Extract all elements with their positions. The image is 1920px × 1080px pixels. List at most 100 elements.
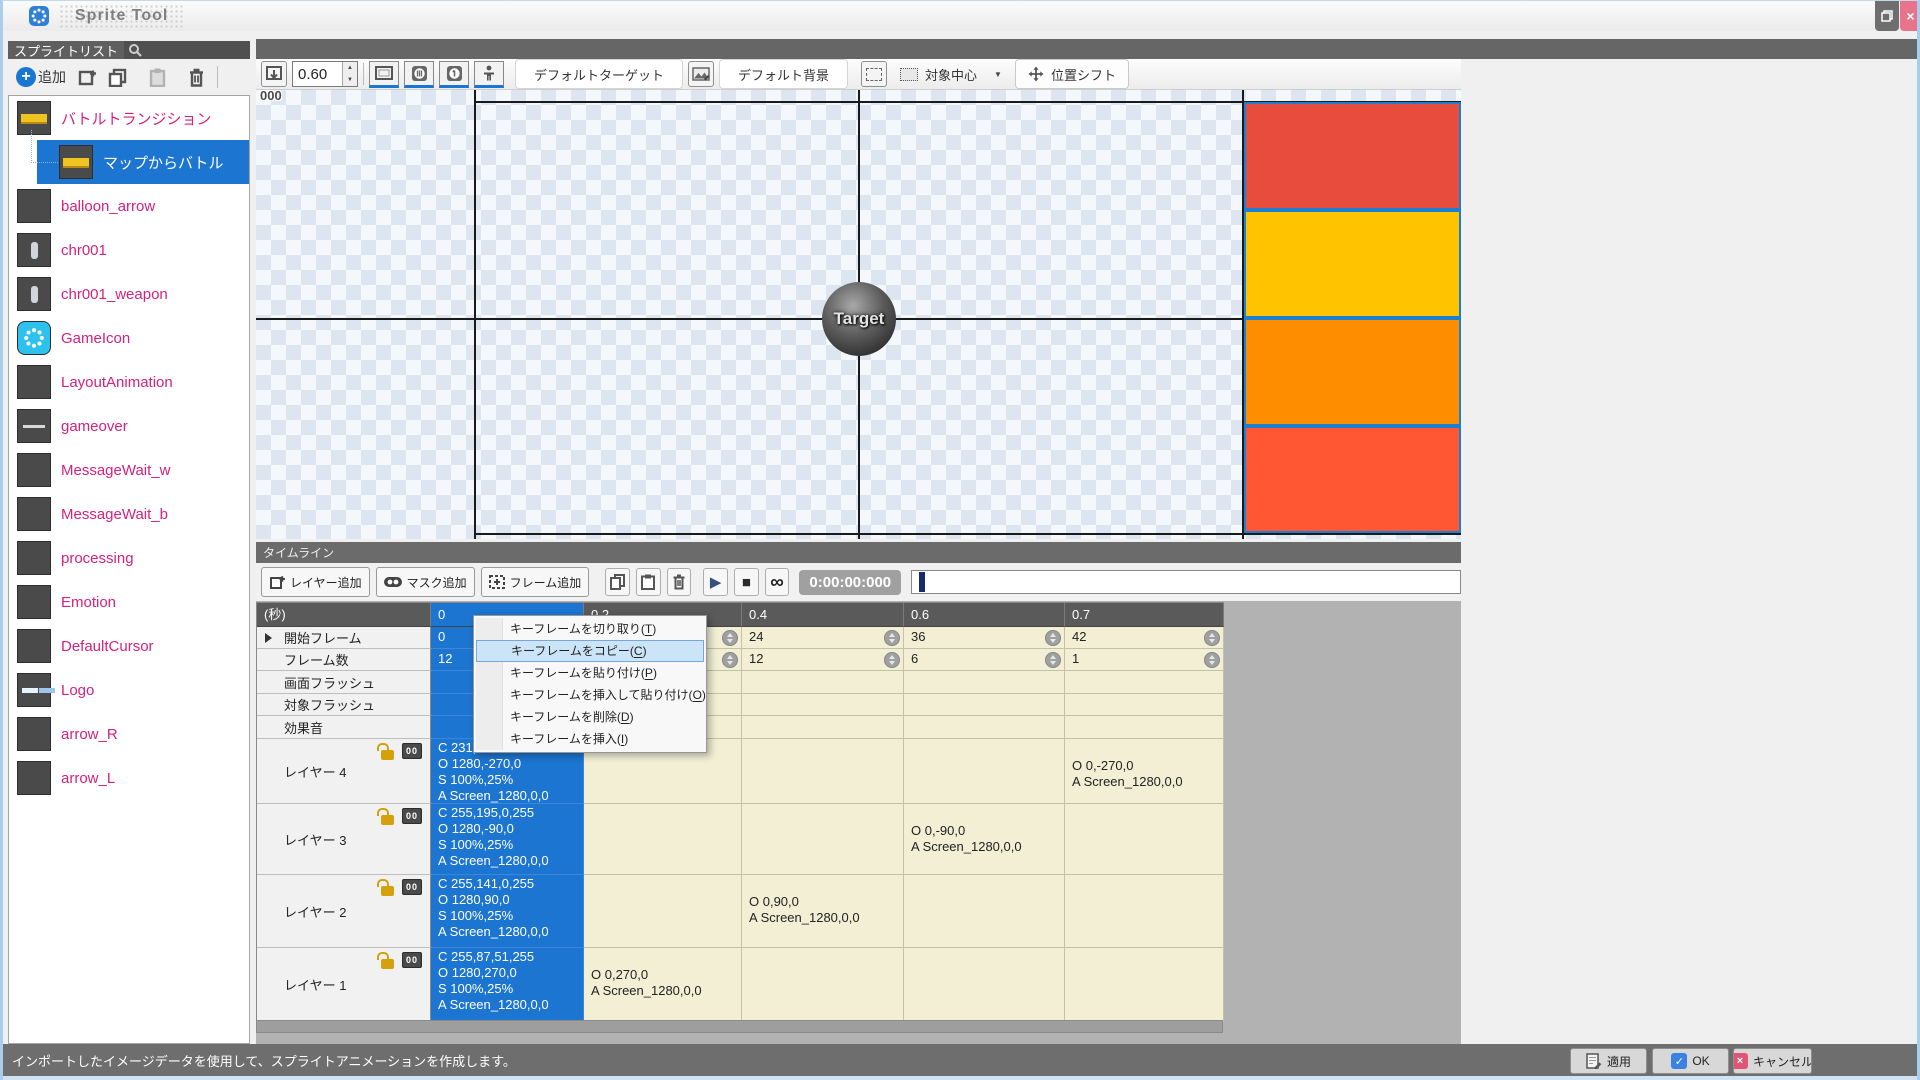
layer3-yellow-sprite[interactable] <box>1244 210 1461 318</box>
default-target-button[interactable]: デフォルトターゲット <box>515 59 683 89</box>
spinner-up-icon[interactable]: ▲ <box>343 62 357 74</box>
sprite-item-chr001-weapon[interactable]: chr001_weapon <box>9 272 249 316</box>
add-layer-button[interactable]: レイヤー追加 <box>261 567 370 597</box>
position-shift-button[interactable]: 位置シフト <box>1015 59 1129 89</box>
layer4-red-sprite[interactable] <box>1244 102 1461 210</box>
playhead-marker[interactable] <box>919 572 925 592</box>
sprite-item-messagewait-w[interactable]: MessageWait_w <box>9 448 249 492</box>
sfx-cell-3[interactable] <box>904 716 1065 739</box>
layer1-keyframe-02[interactable]: O 0,270,0 A Screen_1280,0,0 <box>584 948 742 1021</box>
zoom-value-input[interactable]: 0.60 ▲▼ <box>292 61 358 87</box>
row-label-frame-count[interactable]: フレーム数 <box>257 649 431 671</box>
stop-button[interactable]: ■ <box>734 568 759 596</box>
timeline-scrubber[interactable] <box>911 570 1461 594</box>
time-col-header-04[interactable]: 0.4 <box>742 603 904 627</box>
layer3-keyframe-06[interactable]: O 0,-90,0 A Screen_1280,0,0 <box>904 804 1065 875</box>
show-target-marker-toggle[interactable] <box>404 61 434 88</box>
sprite-item-balloon-arrow[interactable]: balloon_arrow <box>9 184 249 228</box>
target-flash-cell-2[interactable] <box>742 694 904 716</box>
sprite-item-gameover[interactable]: gameover <box>9 404 249 448</box>
spinner-icon[interactable] <box>722 630 738 646</box>
screen-flash-cell-4[interactable] <box>1065 671 1224 694</box>
duplicate-sprite-button[interactable] <box>78 68 96 86</box>
sprite-item-processing[interactable]: processing <box>9 536 249 580</box>
delete-keyframe-button[interactable] <box>667 568 692 596</box>
unlock-icon[interactable] <box>381 886 394 896</box>
search-input[interactable] <box>124 41 250 59</box>
delete-sprite-button[interactable] <box>188 68 205 87</box>
loop-button[interactable]: ∞ <box>765 568 790 596</box>
layer2-cell-4[interactable] <box>1065 875 1224 948</box>
copy-sprite-button[interactable] <box>108 68 127 87</box>
screen-flash-cell-3[interactable] <box>904 671 1065 694</box>
sfx-cell-2[interactable] <box>742 716 904 739</box>
unlock-icon[interactable] <box>381 959 394 969</box>
layer4-cell-2[interactable] <box>742 739 904 804</box>
screen-flash-cell-2[interactable] <box>742 671 904 694</box>
add-frame-button[interactable]: フレーム追加 <box>481 567 590 597</box>
layer3-cell-2[interactable] <box>742 804 904 875</box>
layer3-label-cell[interactable]: レイヤー 3 00 <box>257 804 431 875</box>
sprite-item-logo[interactable]: Logo <box>9 668 249 712</box>
anchor-mode-dropdown[interactable]: 対象中心 ▼ <box>892 60 1010 88</box>
bounds-button[interactable] <box>861 61 887 87</box>
layer4-cell-3[interactable] <box>904 739 1065 804</box>
show-character-toggle[interactable] <box>474 61 504 88</box>
unlock-icon[interactable] <box>381 815 394 825</box>
default-background-button[interactable]: デフォルト背景 <box>719 59 848 89</box>
layer2-label-cell[interactable]: レイヤー 2 00 <box>257 875 431 948</box>
spinner-icon[interactable] <box>1204 652 1220 668</box>
layer3-cell-4[interactable] <box>1065 804 1224 875</box>
sprite-item-defaultcursor[interactable]: DefaultCursor <box>9 624 249 668</box>
layer1-cell-4[interactable] <box>1065 948 1224 1021</box>
spinner-icon[interactable] <box>1045 652 1061 668</box>
sprite-item-layoutanimation[interactable]: LayoutAnimation <box>9 360 249 404</box>
layer1-label-cell[interactable]: レイヤー 1 00 <box>257 948 431 1021</box>
time-col-header-07[interactable]: 0.7 <box>1065 603 1224 627</box>
start-frame-cell-3[interactable]: 36 <box>904 627 1065 649</box>
layer1-keyframe-0[interactable]: C 255,87,51,255 O 1280,270,0 S 100%,25% … <box>431 948 584 1021</box>
paste-keyframe-button[interactable] <box>636 568 661 596</box>
spinner-icon[interactable] <box>722 652 738 668</box>
layer2-orange-sprite[interactable] <box>1244 318 1461 426</box>
sprite-item-map-to-battle-selected[interactable]: マップからバトル <box>9 140 249 184</box>
sprite-item-gameicon[interactable]: GameIcon <box>9 316 249 360</box>
layer2-keyframe-0[interactable]: C 255,141,0,255 O 1280,90,0 S 100%,25% A… <box>431 875 584 948</box>
layer1-cell-3[interactable] <box>904 948 1065 1021</box>
edit-target-image-button[interactable] <box>688 61 714 87</box>
start-frame-cell-4[interactable]: 42 <box>1065 627 1224 649</box>
title-bar[interactable]: Sprite Tool × <box>3 1 1917 31</box>
menu-item-delete-keyframe[interactable]: キーフレームを削除(D) <box>476 706 704 728</box>
play-button[interactable]: ▶ <box>703 568 728 596</box>
apply-button[interactable]: 適用 <box>1570 1048 1647 1074</box>
copy-keyframe-button[interactable] <box>605 568 630 596</box>
spinner-icon[interactable] <box>884 652 900 668</box>
row-label-target-flash[interactable]: 対象フラッシュ <box>257 694 431 716</box>
row-label-sfx[interactable]: 効果音 <box>257 716 431 739</box>
table-scroll-strip[interactable] <box>256 1020 1223 1033</box>
menu-item-cut-keyframe[interactable]: キーフレームを切り取り(T) <box>476 618 704 640</box>
row-label-start-frame[interactable]: 開始フレーム <box>257 627 431 649</box>
zoom-spinner[interactable]: ▲▼ <box>342 62 357 86</box>
menu-item-paste-keyframe[interactable]: キーフレームを貼り付け(P) <box>476 662 704 684</box>
menu-item-insert-keyframe[interactable]: キーフレームを挿入(I) <box>476 728 704 750</box>
spinner-icon[interactable] <box>884 630 900 646</box>
paste-sprite-button[interactable] <box>149 68 166 87</box>
layer1-orangered-sprite[interactable] <box>1244 426 1461 533</box>
layer3-cell-1[interactable] <box>584 804 742 875</box>
restore-window-button[interactable] <box>1875 1 1899 31</box>
sprite-item-arrow-r[interactable]: arrow_R <box>9 712 249 756</box>
sprite-item-messagewait-b[interactable]: MessageWait_b <box>9 492 249 536</box>
ok-button[interactable]: ✓ OK <box>1652 1048 1729 1074</box>
cancel-button[interactable]: × キャンセル <box>1733 1048 1812 1074</box>
close-window-button[interactable]: × <box>1900 1 1920 31</box>
target-sphere[interactable]: Target <box>822 282 896 356</box>
layer2-cell-3[interactable] <box>904 875 1065 948</box>
unlock-icon[interactable] <box>381 750 394 760</box>
layer2-keyframe-04[interactable]: O 0,90,0 A Screen_1280,0,0 <box>742 875 904 948</box>
target-flash-cell-3[interactable] <box>904 694 1065 716</box>
row-label-screen-flash[interactable]: 画面フラッシュ <box>257 671 431 694</box>
sprite-item-arrow-l[interactable]: arrow_L <box>9 756 249 800</box>
layer2-cell-1[interactable] <box>584 875 742 948</box>
spinner-icon[interactable] <box>1045 630 1061 646</box>
